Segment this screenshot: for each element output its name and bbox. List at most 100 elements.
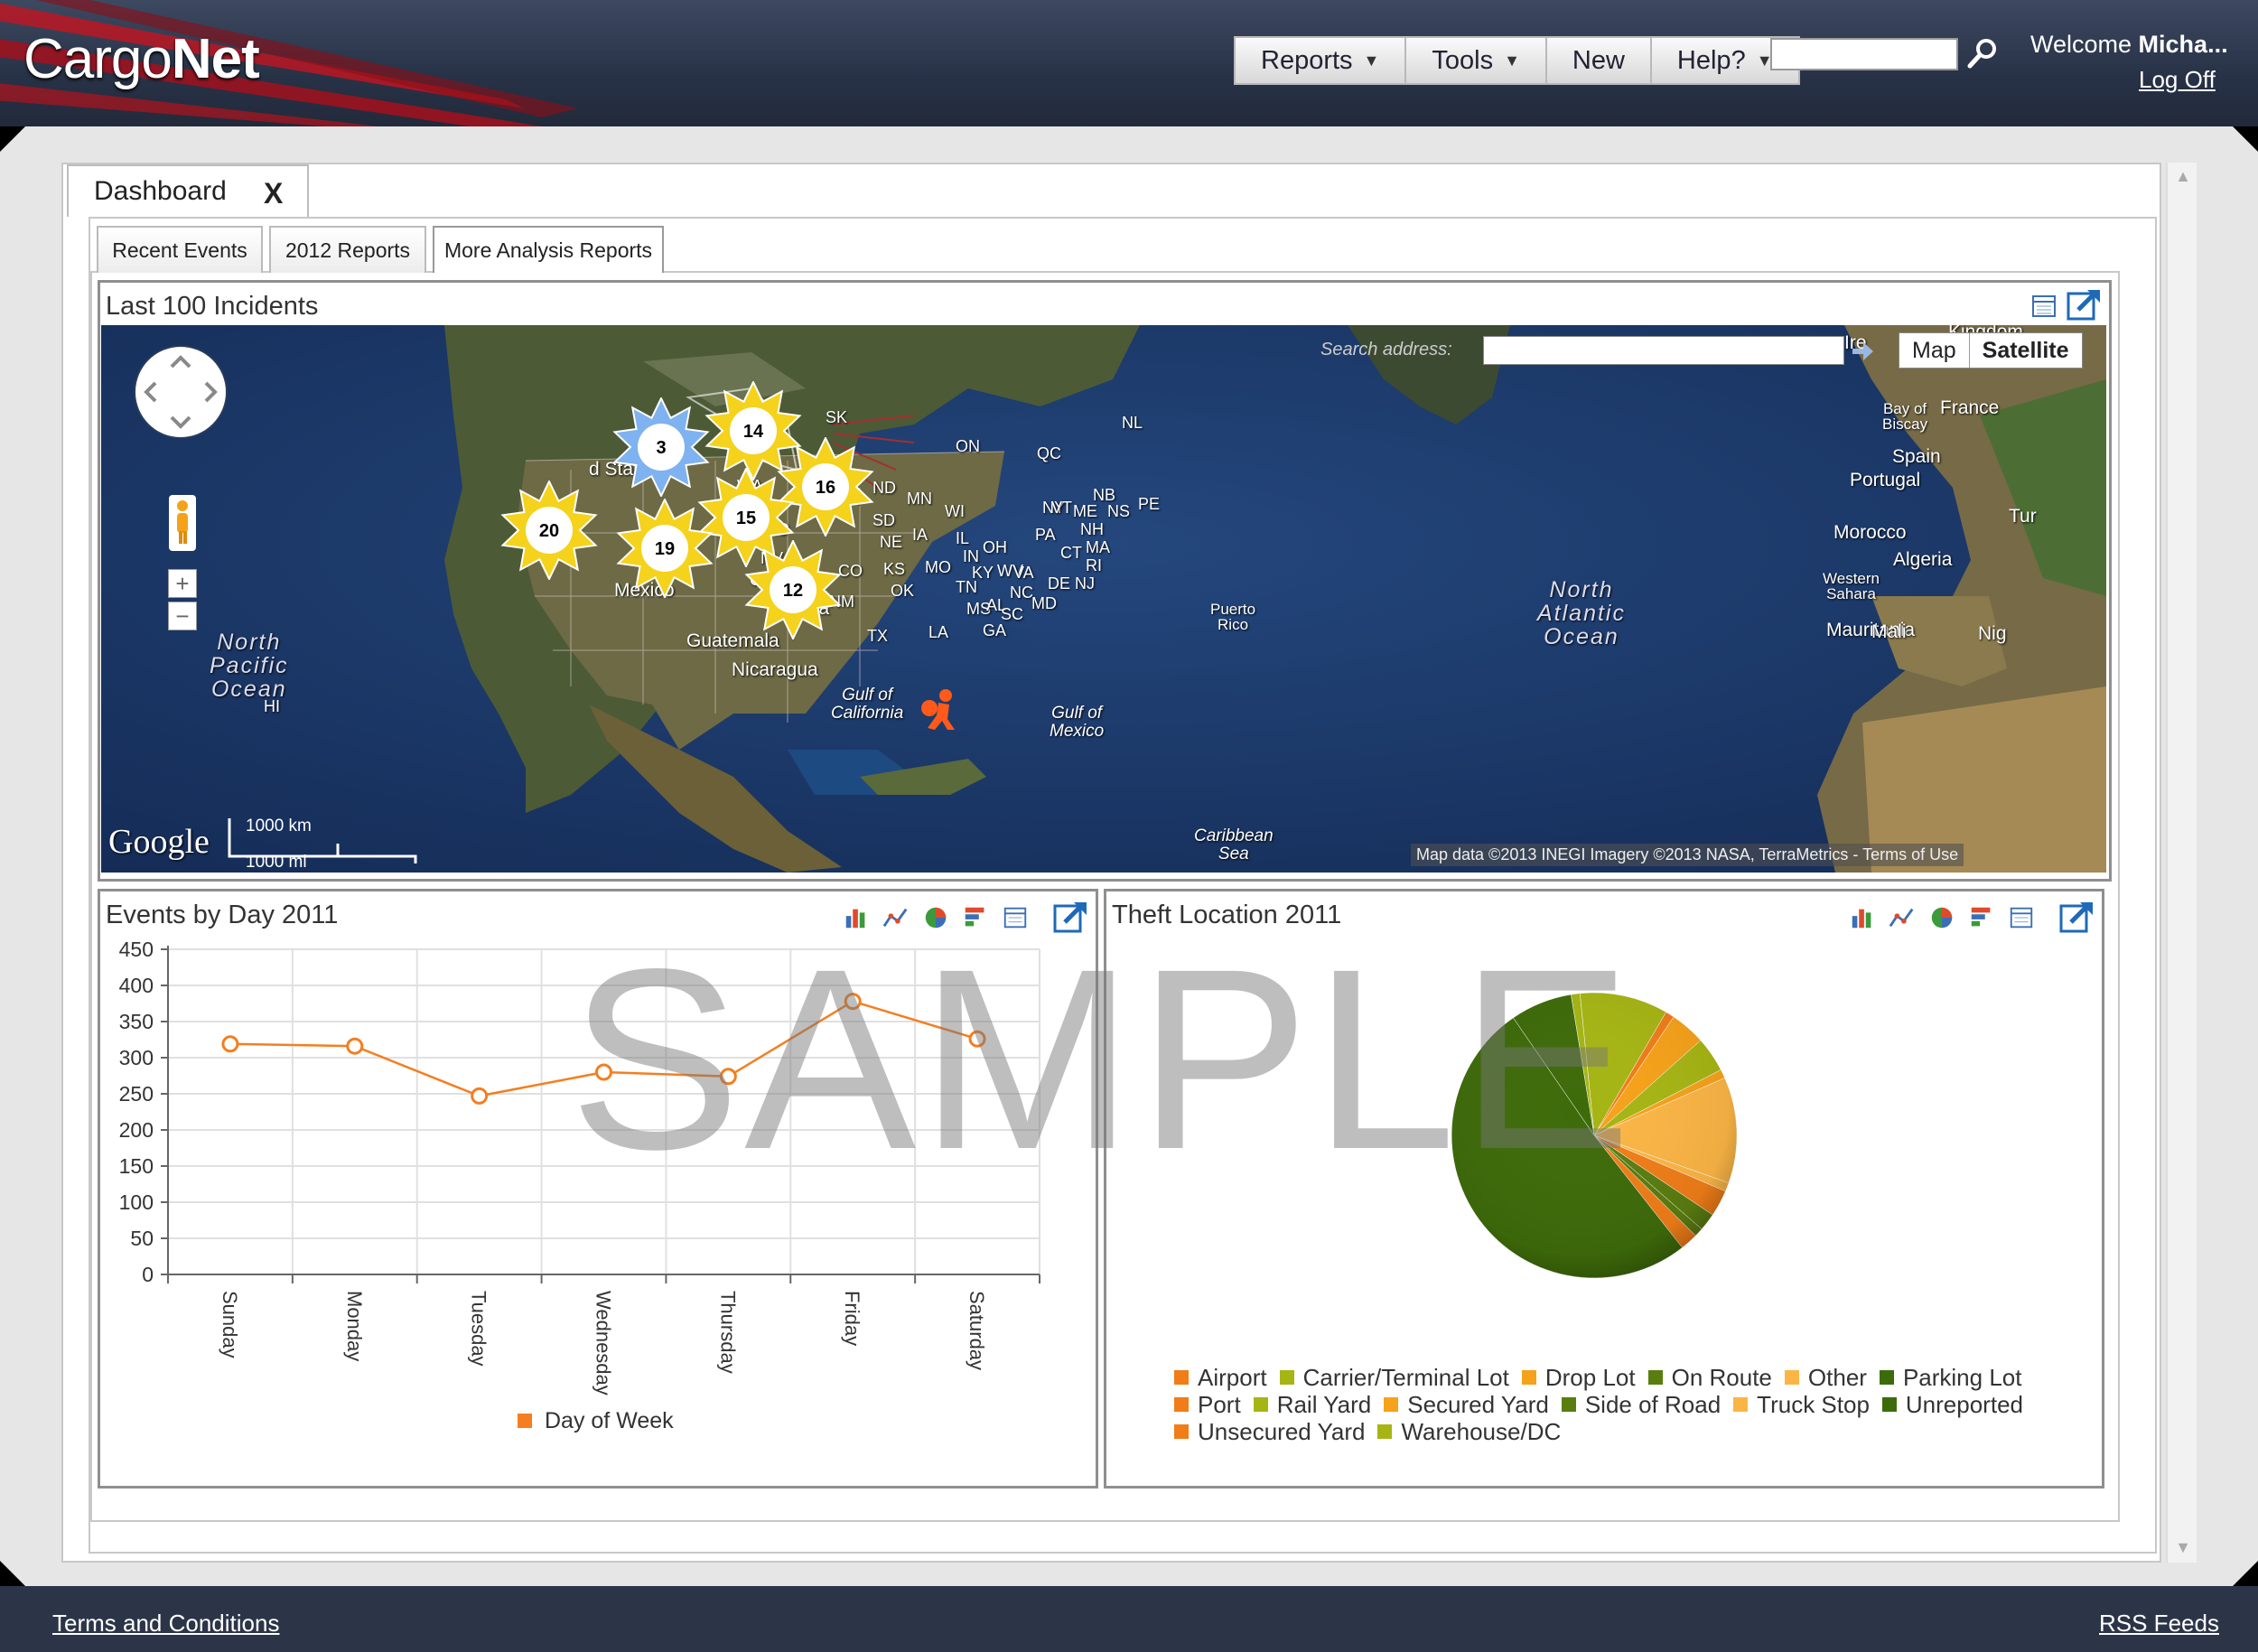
data-point[interactable] bbox=[844, 993, 862, 1011]
theft-marker-icon[interactable] bbox=[919, 686, 962, 732]
nav-tools-button[interactable]: Tools ▼ bbox=[1406, 38, 1547, 83]
popout-icon[interactable] bbox=[2066, 286, 2102, 322]
tab-recent-events[interactable]: Recent Events bbox=[97, 226, 263, 273]
state-label: WI bbox=[945, 502, 965, 520]
map-attribution[interactable]: Map data ©2013 INEGI Imagery ©2013 NASA,… bbox=[1411, 844, 1964, 866]
top-nav: Reports ▼ Tools ▼ New Help? ▼ bbox=[1234, 36, 1800, 85]
x-tick-label: Sunday bbox=[219, 1291, 241, 1358]
bar-chart-icon[interactable] bbox=[1849, 904, 1876, 931]
data-point[interactable] bbox=[968, 1030, 986, 1048]
legend-item[interactable]: Rail Yard bbox=[1253, 1391, 1371, 1419]
popout-icon[interactable] bbox=[2058, 899, 2095, 935]
ocean-label-north-pacific: North Pacific Ocean bbox=[210, 630, 289, 702]
cluster-count: 19 bbox=[655, 539, 675, 559]
data-point[interactable] bbox=[719, 1068, 737, 1086]
corner-decoration bbox=[0, 126, 25, 152]
scroll-down-icon[interactable]: ▼ bbox=[2173, 1537, 2193, 1557]
data-point[interactable] bbox=[346, 1037, 364, 1055]
search-input[interactable] bbox=[1770, 38, 1958, 70]
legend-label: Unsecured Yard bbox=[1198, 1417, 1366, 1445]
pie-chart-icon[interactable] bbox=[1928, 904, 1955, 931]
incident-cluster-marker[interactable]: 20 bbox=[499, 481, 599, 580]
data-point[interactable] bbox=[471, 1087, 489, 1105]
legend-row: Airport Carrier/Terminal Lot Drop Lot On Ro… bbox=[1174, 1364, 2077, 1391]
map-type-map-button[interactable]: Map bbox=[1899, 333, 1970, 368]
nav-new-button[interactable]: New bbox=[1547, 38, 1652, 83]
incident-map[interactable]: North Pacific Ocean North Atlantic Ocean… bbox=[101, 325, 2106, 873]
terms-link[interactable]: Terms and Conditions bbox=[52, 1610, 279, 1638]
state-label: NJ bbox=[1075, 574, 1095, 593]
table-icon[interactable] bbox=[2008, 904, 2035, 931]
tab-2012-reports[interactable]: 2012 Reports bbox=[269, 226, 426, 273]
legend-item[interactable]: Unsecured Yard bbox=[1174, 1418, 1365, 1446]
state-label: HI bbox=[264, 697, 280, 715]
map-search-label: Search address: bbox=[1320, 340, 1452, 359]
legend-swatch bbox=[1647, 1370, 1663, 1385]
zoom-in-button[interactable]: + bbox=[168, 569, 197, 598]
map-widget-title: Last 100 Incidents bbox=[106, 292, 319, 321]
app-footer bbox=[0, 1586, 2258, 1652]
legend-label: Airport bbox=[1198, 1363, 1267, 1391]
theft-pie-chart bbox=[1451, 992, 1738, 1279]
legend-item[interactable]: Unreported bbox=[1881, 1391, 2023, 1419]
line-chart-icon[interactable] bbox=[1889, 904, 1916, 931]
cluster-count: 20 bbox=[539, 521, 559, 541]
data-point[interactable] bbox=[595, 1063, 612, 1081]
legend-item[interactable]: Carrier/Terminal Lot bbox=[1279, 1364, 1509, 1392]
legend-item[interactable]: Drop Lot bbox=[1521, 1363, 1636, 1392]
state-label: PE bbox=[1138, 495, 1161, 513]
map-address-input[interactable] bbox=[1483, 336, 1844, 365]
data-point[interactable] bbox=[221, 1035, 239, 1053]
close-tab-button[interactable]: X bbox=[264, 177, 283, 210]
state-label: LA bbox=[928, 623, 949, 641]
sea-label: Gulf of Mexico bbox=[1050, 704, 1105, 741]
table-icon[interactable] bbox=[2029, 292, 2058, 321]
state-label: MN bbox=[907, 490, 932, 508]
y-tick-label: 400 bbox=[119, 974, 154, 997]
state-label: VT bbox=[1051, 499, 1073, 517]
legend-swatch bbox=[1174, 1397, 1189, 1412]
incident-cluster-marker[interactable]: 12 bbox=[743, 540, 843, 639]
legend-item[interactable]: Other bbox=[1784, 1364, 1867, 1392]
legend-swatch bbox=[518, 1414, 532, 1428]
legend-item[interactable]: Airport bbox=[1174, 1364, 1267, 1392]
state-label: VA bbox=[1013, 564, 1034, 582]
scroll-up-icon[interactable]: ▲ bbox=[2173, 166, 2193, 186]
log-off-link[interactable]: Log Off bbox=[2139, 66, 2216, 94]
rss-feeds-link[interactable]: RSS Feeds bbox=[2099, 1610, 2219, 1638]
cluster-count: 12 bbox=[783, 581, 803, 601]
tab-more-analysis-reports[interactable]: More Analysis Reports bbox=[433, 226, 664, 273]
legend-swatch bbox=[1521, 1370, 1536, 1385]
state-label: CT bbox=[1060, 544, 1082, 562]
legend-label: Warehouse/DC bbox=[1401, 1417, 1562, 1445]
legend-item[interactable]: Warehouse/DC bbox=[1377, 1418, 1561, 1446]
legend-item[interactable]: Side of Road bbox=[1561, 1391, 1721, 1419]
legend-label: Drop Lot bbox=[1544, 1363, 1636, 1391]
map-type-satellite-button[interactable]: Satellite bbox=[1970, 333, 2082, 368]
legend-item[interactable]: Truck Stop bbox=[1733, 1391, 1870, 1419]
arrow-right-icon[interactable] bbox=[1849, 338, 1876, 365]
state-label: TX bbox=[867, 627, 889, 645]
state-label: OK bbox=[891, 582, 915, 600]
cargonet-logo[interactable]: CargoNet bbox=[23, 27, 260, 91]
legend-item[interactable]: Parking Lot bbox=[1879, 1364, 2021, 1392]
zoom-out-button[interactable]: − bbox=[168, 602, 197, 630]
street-view-pegman-icon[interactable] bbox=[169, 495, 196, 551]
legend-item[interactable]: On Route bbox=[1647, 1364, 1772, 1392]
map-terrain bbox=[101, 325, 2106, 873]
scrollbar[interactable]: ▲ ▼ bbox=[2166, 163, 2197, 1563]
y-tick-label: 0 bbox=[142, 1263, 154, 1286]
pan-control[interactable] bbox=[135, 347, 226, 437]
pie-legend: Airport Carrier/Terminal Lot Drop Lot On Ro… bbox=[1174, 1364, 2077, 1445]
incident-cluster-marker[interactable]: 19 bbox=[615, 499, 714, 598]
search-icon[interactable] bbox=[1964, 36, 2001, 72]
y-tick-label: 50 bbox=[130, 1227, 154, 1250]
pan-arrows-icon bbox=[144, 355, 218, 429]
legend-swatch bbox=[1279, 1370, 1294, 1385]
state-label: NL bbox=[1122, 414, 1143, 432]
stacked-chart-icon[interactable] bbox=[1968, 904, 1995, 931]
legend-item[interactable]: Secured Yard bbox=[1384, 1391, 1549, 1419]
legend-item[interactable]: Port bbox=[1174, 1391, 1241, 1419]
state-label: GA bbox=[983, 621, 1007, 639]
nav-reports-button[interactable]: Reports ▼ bbox=[1236, 38, 1407, 83]
